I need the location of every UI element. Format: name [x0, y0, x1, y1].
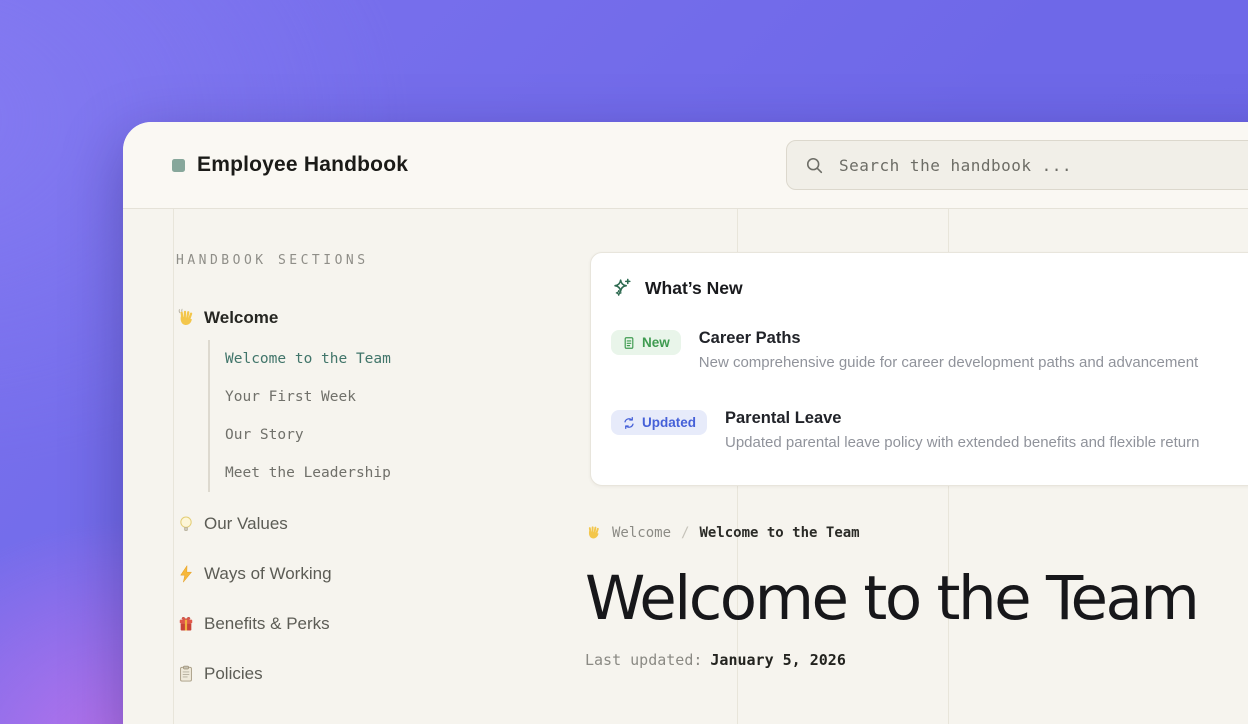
new-badge: New — [611, 330, 681, 355]
breadcrumb-page: Welcome to the Team — [699, 525, 859, 541]
breadcrumb: Welcome / Welcome to the Team — [585, 524, 1248, 541]
refresh-icon — [622, 416, 636, 430]
sidebar-item-ways-of-working[interactable]: Ways of Working — [176, 564, 576, 584]
sidebar-item-label: Benefits & Perks — [204, 614, 330, 634]
updated-badge: Updated — [611, 410, 707, 435]
breadcrumb-separator: / — [681, 525, 689, 541]
entry-description: Updated parental leave policy with exten… — [725, 434, 1199, 451]
sidebar-item-label: Policies — [204, 664, 263, 684]
whats-new-header: What’s New — [611, 277, 1248, 299]
document-icon — [622, 336, 636, 350]
whats-new-entry-career-paths[interactable]: New Career Paths New comprehensive guide… — [611, 329, 1248, 371]
whats-new-title: What’s New — [645, 278, 743, 299]
app-window: Employee Handbook Search the handbook ..… — [123, 122, 1248, 724]
sidebar-item-label: Welcome — [204, 308, 278, 328]
entry-title: Parental Leave — [725, 409, 1199, 428]
subnav-item-welcome-to-the-team[interactable]: Welcome to the Team — [225, 340, 576, 378]
sidebar-item-benefits-perks[interactable]: Benefits & Perks — [176, 614, 576, 634]
sidebar-section-label: HANDBOOK SECTIONS — [176, 253, 576, 268]
sidebar-item-label: Ways of Working — [204, 564, 332, 584]
sparkles-icon — [611, 277, 633, 299]
sidebar-item-label: Our Values — [204, 514, 288, 534]
search-input[interactable]: Search the handbook ... — [786, 140, 1248, 190]
wave-icon — [585, 524, 602, 541]
app-header: Employee Handbook Search the handbook ..… — [123, 122, 1248, 209]
app-logo-icon — [172, 159, 185, 172]
main-content: What’s New New Career Paths — [585, 209, 1248, 669]
subnav-item-our-story[interactable]: Our Story — [225, 416, 576, 454]
entry-title: Career Paths — [699, 329, 1198, 348]
subnav-item-your-first-week[interactable]: Your First Week — [225, 378, 576, 416]
whats-new-card: What’s New New Career Paths — [590, 252, 1248, 486]
gift-icon — [176, 614, 196, 634]
sidebar: HANDBOOK SECTIONS — [176, 209, 576, 684]
bolt-icon — [176, 564, 196, 584]
search-icon — [804, 155, 825, 176]
breadcrumb-section[interactable]: Welcome — [612, 525, 671, 541]
sidebar-item-our-values[interactable]: Our Values — [176, 514, 576, 534]
wave-icon — [176, 308, 196, 328]
bulb-icon — [176, 514, 196, 534]
page-title: Welcome to the Team — [585, 567, 1248, 631]
entry-body: Parental Leave Updated parental leave po… — [725, 409, 1199, 451]
last-updated-value: January 5, 2026 — [710, 651, 845, 669]
grid-line-left — [173, 209, 174, 724]
subnav-item-meet-the-leadership[interactable]: Meet the Leadership — [225, 454, 576, 492]
app-body: HANDBOOK SECTIONS — [123, 209, 1248, 724]
badge-label: New — [642, 335, 670, 350]
clipboard-icon — [176, 664, 196, 684]
search-placeholder: Search the handbook ... — [839, 156, 1072, 175]
sidebar-item-policies[interactable]: Policies — [176, 664, 576, 684]
entry-body: Career Paths New comprehensive guide for… — [699, 329, 1198, 371]
app-title: Employee Handbook — [197, 153, 408, 177]
whats-new-entry-parental-leave[interactable]: Updated Parental Leave Updated parental … — [611, 409, 1248, 451]
entry-description: New comprehensive guide for career devel… — [699, 354, 1198, 371]
sidebar-subnav-welcome: Welcome to the Team Your First Week Our … — [208, 340, 576, 492]
last-updated-label: Last updated: — [585, 651, 702, 669]
badge-label: Updated — [642, 415, 696, 430]
last-updated: Last updated: January 5, 2026 — [585, 651, 1248, 669]
sidebar-item-welcome[interactable]: Welcome — [176, 308, 576, 328]
